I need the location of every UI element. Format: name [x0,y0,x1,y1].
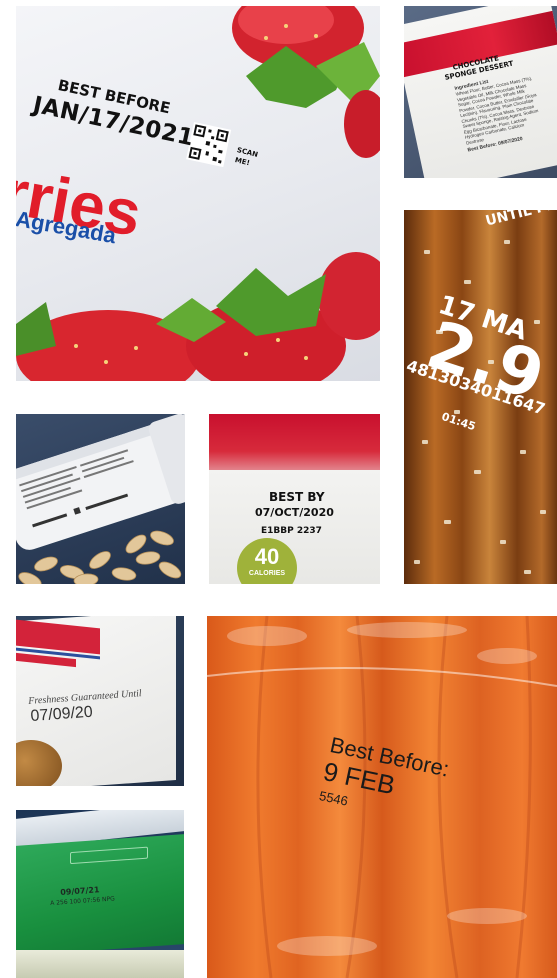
calorie-label: CALORIES [248,570,286,577]
red-crimped-top [209,414,380,476]
calorie-value: 40 [254,544,280,569]
freshness-bag-photo: Freshness Guaranteed Until 07/09/20 [16,616,184,786]
strawberry-pouch-photo: BEST BEFORE JAN/17/2021 SCAN ME! rries A… [16,6,380,381]
green-bag-photo: 09/07/21 A 256 100 07:56 NPG [16,810,184,978]
pill-bottle-photo [16,414,185,584]
best-by-lot: E1BBP 2237 [261,526,322,536]
carrots-bag-photo: Best Before: 9 FEB 5546 [207,616,557,978]
logo-box [70,846,148,865]
sponge-dessert-photo: CHOCOLATE SPONGE DESSERT Ingredient List… [404,6,557,178]
pill-bottle-artwork [16,414,185,584]
pretzel-bag-photo: UNTIL PR 17 MA 2.9 4813034011647 01:45 [404,210,557,584]
bag-contents [16,950,184,978]
best-by-wrapper-photo: BEST BY 07/OCT/2020 E1BBP 2237 40 CALORI… [209,414,380,584]
green-label [16,834,184,956]
best-by-label: BEST BY [269,490,325,504]
calorie-badge: 40 CALORIES [237,538,297,584]
best-by-date: 07/OCT/2020 [255,506,334,519]
